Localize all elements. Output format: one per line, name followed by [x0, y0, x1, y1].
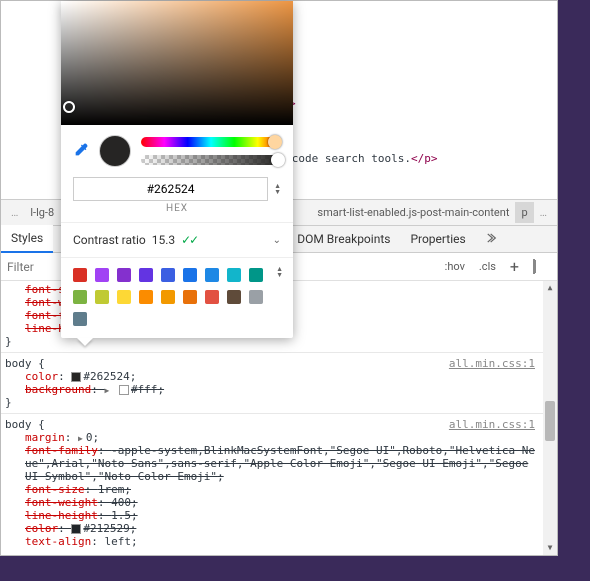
css-property[interactable]: font-s [25, 283, 65, 296]
crumb-item[interactable]: l-lg-8 [24, 202, 60, 223]
css-value[interactable]: 1.5 [111, 509, 131, 522]
palette-swatch[interactable] [139, 268, 153, 282]
color-swatch[interactable] [71, 524, 81, 534]
scroll-up-arrow[interactable]: ▲ [543, 281, 557, 295]
palette-swatch[interactable] [95, 268, 109, 282]
css-property[interactable]: color [25, 370, 58, 383]
spectrum-cursor[interactable] [63, 101, 75, 113]
css-value[interactable]: left [104, 535, 131, 548]
css-value[interactable]: #212529 [83, 522, 129, 535]
color-palette: ▲▼ [61, 257, 293, 338]
cls-toggle[interactable]: .cls [475, 258, 500, 275]
css-selector[interactable]: body { [5, 357, 45, 370]
tab-properties[interactable]: Properties [400, 226, 475, 252]
popover-arrow [77, 338, 93, 346]
hue-slider[interactable] [141, 137, 281, 147]
css-property[interactable]: font-w [25, 296, 65, 309]
css-property[interactable]: background [25, 383, 91, 396]
css-property[interactable]: margin [25, 431, 65, 444]
tab-dom-breakpoints[interactable]: DOM Breakpoints [287, 226, 400, 252]
devtools-panel: <P></P> == $0 > Lorem ipsum dolor sit am… [0, 0, 558, 556]
palette-swatch[interactable] [117, 290, 131, 304]
css-property[interactable]: font-size [25, 483, 85, 496]
contrast-value: 15.3 [152, 233, 175, 247]
crumb-overflow-left[interactable]: … [5, 202, 24, 223]
scrollbar[interactable]: ▲ ▼ [543, 281, 557, 555]
current-color-swatch [99, 135, 131, 167]
closing-tag: </p> [411, 152, 438, 165]
css-property[interactable]: text-align [25, 535, 91, 548]
alpha-slider[interactable] [141, 155, 281, 165]
rule-origin-link[interactable]: all.min.css:1 [449, 418, 553, 431]
rule-origin-link[interactable]: all.min.css:1 [449, 357, 553, 370]
brace-close: } [5, 396, 553, 409]
crumb-item-selected[interactable]: p [515, 202, 533, 223]
sidebar-toggle-icon[interactable] [529, 258, 539, 275]
format-switcher[interactable]: ▲▼ [274, 183, 281, 195]
palette-swatch[interactable] [249, 290, 263, 304]
contrast-label: Contrast ratio [73, 233, 146, 247]
css-value[interactable]: 400 [111, 496, 131, 509]
palette-swatch[interactable] [161, 290, 175, 304]
palette-swatch[interactable] [139, 290, 153, 304]
scroll-down-arrow[interactable]: ▼ [543, 541, 557, 555]
css-property[interactable]: font-f [25, 309, 65, 322]
new-rule-button[interactable]: + [506, 260, 523, 274]
color-swatch[interactable] [71, 372, 81, 382]
css-property[interactable]: color [25, 522, 58, 535]
css-property[interactable]: line-height [25, 509, 98, 522]
color-picker-popover: ▲▼ HEX Contrast ratio 15.3 ✓✓ ⌄ ▲▼ [61, 1, 293, 338]
palette-swatch[interactable] [205, 290, 219, 304]
palette-swatch[interactable] [95, 290, 109, 304]
alpha-thumb[interactable] [271, 153, 285, 167]
palette-swatch[interactable] [73, 312, 87, 326]
format-label: HEX [61, 201, 293, 222]
palette-swatch[interactable] [205, 268, 219, 282]
contrast-row[interactable]: Contrast ratio 15.3 ✓✓ ⌄ [61, 222, 293, 257]
css-selector[interactable]: body { [5, 418, 45, 431]
palette-swatch[interactable] [183, 290, 197, 304]
palette-swatch[interactable] [227, 290, 241, 304]
css-property[interactable]: font-weight [25, 496, 98, 509]
crumb-item[interactable]: smart-list-enabled.js-post-main-content [311, 202, 515, 223]
palette-swatch[interactable] [183, 268, 197, 282]
hex-input[interactable] [73, 177, 268, 201]
tab-styles[interactable]: Styles [1, 225, 53, 253]
css-value[interactable]: #fff [131, 383, 158, 396]
color-swatch[interactable] [119, 385, 129, 395]
palette-switcher[interactable]: ▲▼ [276, 266, 283, 278]
eyedropper-icon[interactable] [73, 142, 89, 161]
hue-thumb[interactable] [268, 135, 282, 149]
hov-toggle[interactable]: :hov [441, 258, 469, 275]
tabs-overflow-icon[interactable] [476, 225, 510, 254]
css-property[interactable]: line-h [25, 322, 65, 335]
scroll-thumb[interactable] [545, 401, 555, 441]
css-property[interactable]: font-family [25, 444, 98, 457]
crumb-overflow-right[interactable]: … [534, 202, 553, 223]
palette-swatch[interactable] [161, 268, 175, 282]
contrast-pass-icon: ✓✓ [181, 233, 197, 247]
palette-swatch[interactable] [73, 268, 87, 282]
palette-swatch[interactable] [249, 268, 263, 282]
palette-swatch[interactable] [227, 268, 241, 282]
css-value[interactable]: #262524 [83, 370, 129, 383]
chevron-down-icon[interactable]: ⌄ [273, 235, 281, 246]
css-value[interactable]: 1rem [98, 483, 125, 496]
styles-filter-input[interactable] [1, 256, 59, 278]
color-spectrum[interactable] [61, 1, 293, 125]
palette-swatch[interactable] [117, 268, 131, 282]
palette-swatch[interactable] [73, 290, 87, 304]
